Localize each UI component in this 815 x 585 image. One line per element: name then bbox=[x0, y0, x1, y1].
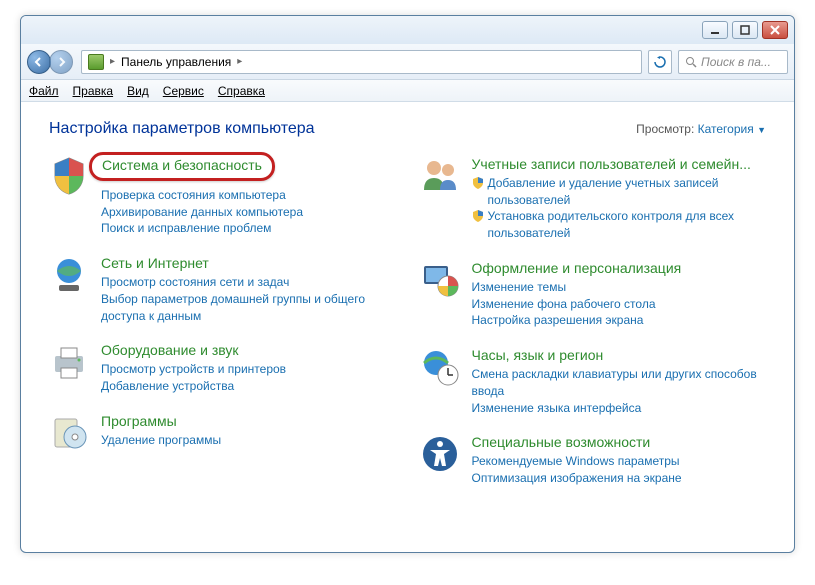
viewby-label: Просмотр: bbox=[636, 122, 694, 136]
link-change-background[interactable]: Изменение фона рабочего стола bbox=[472, 296, 767, 313]
link-keyboard-layout[interactable]: Смена раскладки клавиатуры или других сп… bbox=[472, 366, 767, 400]
category-appearance: Оформление и персонализация Изменение те… bbox=[420, 260, 767, 329]
cd-box-icon bbox=[49, 413, 89, 453]
viewby-dropdown[interactable]: Категория ▼ bbox=[698, 122, 766, 136]
search-placeholder: Поиск в па... bbox=[701, 55, 771, 69]
link-network-status[interactable]: Просмотр состояния сети и задач bbox=[101, 274, 396, 291]
search-icon bbox=[685, 56, 697, 68]
address-bar[interactable]: ▸ Панель управления ▸ bbox=[81, 50, 642, 74]
page-title: Настройка параметров компьютера bbox=[49, 120, 315, 138]
nav-back-forward[interactable] bbox=[27, 48, 75, 76]
category-title-clock[interactable]: Часы, язык и регион bbox=[472, 347, 767, 364]
category-network: Сеть и Интернет Просмотр состояния сети … bbox=[49, 255, 396, 324]
link-system-status[interactable]: Проверка состояния компьютера bbox=[101, 187, 396, 204]
highlight-annotation: Система и безопасность bbox=[89, 152, 275, 181]
category-users: Учетные записи пользователей и семейн...… bbox=[420, 156, 767, 242]
menubar: Файл Правка Вид Сервис Справка bbox=[21, 80, 794, 102]
menu-file[interactable]: Файл bbox=[29, 84, 59, 98]
link-homegroup[interactable]: Выбор параметров домашней группы и общег… bbox=[101, 291, 396, 325]
category-title-system[interactable]: Система и безопасность bbox=[102, 157, 262, 174]
breadcrumb-sep-icon: ▸ bbox=[237, 56, 242, 67]
right-column: Учетные записи пользователей и семейн...… bbox=[420, 156, 767, 487]
link-add-device[interactable]: Добавление устройства bbox=[101, 378, 396, 395]
link-uninstall[interactable]: Удаление программы bbox=[101, 432, 396, 449]
link-optimize-display[interactable]: Оптимизация изображения на экране bbox=[472, 470, 767, 487]
link-devices-printers[interactable]: Просмотр устройств и принтеров bbox=[101, 361, 396, 378]
category-hardware: Оборудование и звук Просмотр устройств и… bbox=[49, 342, 396, 394]
category-title-network[interactable]: Сеть и Интернет bbox=[101, 255, 396, 272]
control-panel-icon bbox=[88, 54, 104, 70]
close-button[interactable] bbox=[762, 21, 788, 39]
menu-edit[interactable]: Правка bbox=[73, 84, 114, 98]
explorer-window: ▸ Панель управления ▸ Поиск в па... Файл… bbox=[20, 15, 795, 553]
uac-shield-icon bbox=[472, 210, 484, 222]
link-troubleshoot[interactable]: Поиск и исправление проблем bbox=[101, 220, 396, 237]
clock-globe-icon bbox=[420, 347, 460, 387]
globe-network-icon bbox=[49, 255, 89, 295]
shield-icon bbox=[49, 156, 89, 196]
link-screen-resolution[interactable]: Настройка разрешения экрана bbox=[472, 312, 767, 329]
uac-shield-icon bbox=[472, 177, 484, 189]
chevron-down-icon: ▼ bbox=[757, 125, 766, 135]
link-add-remove-accounts[interactable]: Добавление и удаление учетных записей по… bbox=[488, 175, 767, 209]
category-title-ease[interactable]: Специальные возможности bbox=[472, 434, 767, 451]
link-backup[interactable]: Архивирование данных компьютера bbox=[101, 204, 396, 221]
category-ease-of-access: Специальные возможности Рекомендуемые Wi… bbox=[420, 434, 767, 486]
left-column: Система и безопасность Проверка состояни… bbox=[49, 156, 396, 487]
category-clock: Часы, язык и регион Смена раскладки клав… bbox=[420, 347, 767, 416]
titlebar bbox=[21, 16, 794, 44]
appearance-icon bbox=[420, 260, 460, 300]
category-programs: Программы Удаление программы bbox=[49, 413, 396, 453]
nav-toolbar: ▸ Панель управления ▸ Поиск в па... bbox=[21, 44, 794, 80]
view-by: Просмотр: Категория ▼ bbox=[636, 122, 766, 136]
printer-icon bbox=[49, 342, 89, 382]
menu-view[interactable]: Вид bbox=[127, 84, 149, 98]
content-header: Настройка параметров компьютера Просмотр… bbox=[49, 120, 766, 138]
breadcrumb-sep-icon: ▸ bbox=[110, 56, 115, 67]
link-parental-controls[interactable]: Установка родительского контроля для все… bbox=[488, 208, 767, 242]
content-area: Настройка параметров компьютера Просмотр… bbox=[21, 102, 794, 552]
link-change-theme[interactable]: Изменение темы bbox=[472, 279, 767, 296]
category-columns: Система и безопасность Проверка состояни… bbox=[49, 156, 766, 487]
breadcrumb-root[interactable]: Панель управления bbox=[121, 55, 231, 69]
user-accounts-icon bbox=[420, 156, 460, 196]
category-title-programs[interactable]: Программы bbox=[101, 413, 396, 430]
category-title-hardware[interactable]: Оборудование и звук bbox=[101, 342, 396, 359]
search-input[interactable]: Поиск в па... bbox=[678, 50, 788, 74]
category-system-security: Система и безопасность Проверка состояни… bbox=[49, 156, 396, 237]
refresh-button[interactable] bbox=[648, 50, 672, 74]
category-title-appearance[interactable]: Оформление и персонализация bbox=[472, 260, 767, 277]
menu-help[interactable]: Справка bbox=[218, 84, 265, 98]
ease-of-access-icon bbox=[420, 434, 460, 474]
link-windows-suggest[interactable]: Рекомендуемые Windows параметры bbox=[472, 453, 767, 470]
maximize-button[interactable] bbox=[732, 21, 758, 39]
category-title-users[interactable]: Учетные записи пользователей и семейн... bbox=[472, 156, 767, 173]
menu-tools[interactable]: Сервис bbox=[163, 84, 204, 98]
link-display-language[interactable]: Изменение языка интерфейса bbox=[472, 400, 767, 417]
minimize-button[interactable] bbox=[702, 21, 728, 39]
